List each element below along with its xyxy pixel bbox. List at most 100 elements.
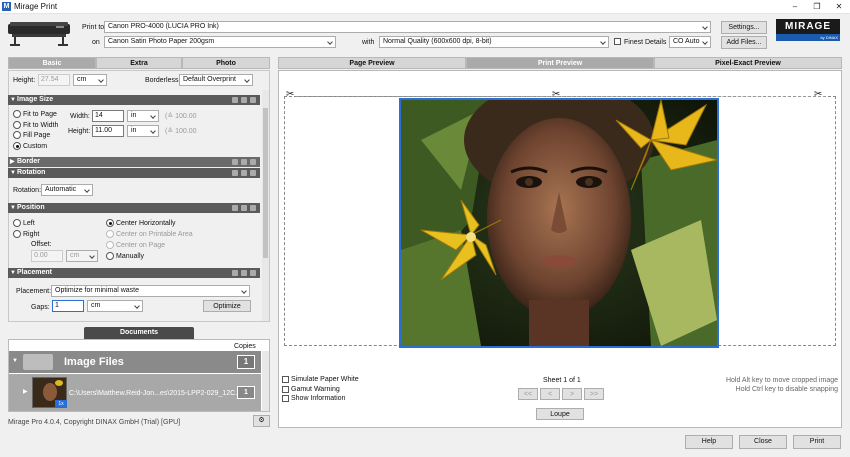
first-sheet-button[interactable]: << (518, 388, 538, 400)
placement-select[interactable]: Optimize for minimal waste (51, 285, 250, 297)
gaps-input[interactable]: 1 (52, 300, 84, 312)
tab-basic[interactable]: Basic (8, 57, 96, 69)
copy-icon[interactable] (232, 170, 238, 176)
quality-select[interactable]: Normal Quality (600x600 dpi, 8-bit) (379, 36, 609, 48)
cut-line (296, 96, 826, 97)
copyright-text: Mirage Pro 4.0.4, Copyright DINAX GmbH (… (8, 419, 181, 426)
next-sheet-button[interactable]: > (562, 388, 582, 400)
rotation-select[interactable]: Automatic (41, 184, 93, 196)
pin-icon[interactable] (250, 270, 256, 276)
center-page-label: Center on Page (116, 242, 166, 249)
sheet-indicator: Sheet 1 of 1 (543, 377, 581, 384)
image-size-header[interactable]: ▼ Image Size (8, 95, 260, 105)
tab-photo[interactable]: Photo (182, 57, 270, 69)
gaps-unit-select[interactable]: cm (87, 300, 143, 312)
rotation-label: Rotation: (13, 187, 42, 194)
group-copies[interactable]: 1 (237, 355, 255, 369)
folder-icon (23, 354, 53, 370)
rotation-title: Rotation (17, 169, 46, 176)
scissors-icon[interactable]: ✂ (286, 89, 294, 100)
tab-pixel-exact-preview[interactable]: Pixel-Exact Preview (654, 57, 842, 69)
tab-extra[interactable]: Extra (96, 57, 182, 69)
mirage-logo: MIRAGE by DINAX (776, 19, 840, 43)
gamut-warning-checkbox[interactable] (282, 386, 289, 393)
reset-icon[interactable] (241, 270, 247, 276)
print-button[interactable]: Print (793, 435, 841, 449)
last-sheet-button[interactable]: >> (584, 388, 604, 400)
documents-tab[interactable]: Documents (84, 327, 194, 339)
image-files-group[interactable]: ▼ Image Files 1 (9, 351, 261, 373)
pin-icon[interactable] (250, 170, 256, 176)
custom-radio[interactable] (13, 142, 21, 150)
border-header[interactable]: ▶ Border (8, 157, 260, 167)
center-printable-radio[interactable] (106, 230, 114, 238)
offset-input[interactable]: 0.00 (31, 250, 63, 262)
copy-icon[interactable] (232, 205, 238, 211)
manually-radio[interactable] (106, 252, 114, 260)
width-input[interactable]: 14 (92, 110, 124, 122)
prev-sheet-button[interactable]: < (540, 388, 560, 400)
paper-select[interactable]: Canon Satin Photo Paper 200gsm (104, 36, 336, 48)
hint-ctrl: Hold Ctrl key to disable snapping (735, 386, 838, 393)
copy-icon[interactable] (232, 270, 238, 276)
left-radio[interactable] (13, 219, 21, 227)
color-mode-select[interactable]: CO Auto (669, 36, 711, 48)
offset-label: Offset: (31, 241, 52, 248)
scrollbar-thumb[interactable] (263, 108, 268, 258)
reset-icon[interactable] (241, 159, 247, 165)
width-unit-select[interactable]: in (127, 110, 159, 122)
fit-to-page-radio[interactable] (13, 110, 21, 118)
center-horizontally-radio[interactable] (106, 219, 114, 227)
minimize-icon[interactable]: – (784, 0, 806, 14)
copy-icon[interactable] (232, 97, 238, 103)
rotation-header[interactable]: ▼ Rotation (8, 168, 260, 178)
reset-icon[interactable] (241, 170, 247, 176)
placement-header[interactable]: ▼ Placement (8, 268, 260, 278)
simulate-paper-white-checkbox[interactable] (282, 376, 289, 383)
hint-alt: Hold Alt key to move cropped image (725, 377, 838, 384)
height-input[interactable]: 27.54 (38, 74, 70, 86)
expand-icon: ▼ (10, 170, 16, 176)
maximize-icon[interactable]: ❐ (806, 0, 828, 14)
close-icon[interactable]: ✕ (828, 0, 850, 14)
size-height-unit-select[interactable]: in (127, 125, 159, 137)
height-unit-select[interactable]: cm (73, 74, 107, 86)
print-image[interactable] (399, 98, 719, 348)
close-button[interactable]: Close (739, 435, 787, 449)
right-radio[interactable] (13, 230, 21, 238)
offset-unit-select[interactable]: cm (66, 250, 98, 262)
pin-icon[interactable] (250, 97, 256, 103)
optimize-button[interactable]: Optimize (203, 300, 251, 312)
document-row[interactable]: ▶ 1x C:\Users\Matthew.Reid-Jon...es\2015… (9, 374, 261, 411)
file-path: C:\Users\Matthew.Reid-Jon...es\2015-LPP2… (69, 390, 243, 397)
finest-details-checkbox[interactable] (614, 38, 621, 45)
gear-icon[interactable]: ⚙ (253, 415, 270, 427)
add-files-button[interactable]: Add Files... (721, 36, 767, 49)
pin-icon[interactable] (250, 205, 256, 211)
image-files-title: Image Files (64, 356, 124, 368)
pin-icon[interactable] (250, 159, 256, 165)
printer-select[interactable]: Canon PRO-4000 (LUCIA PRO Ink) (104, 21, 711, 33)
center-page-radio[interactable] (106, 241, 114, 249)
placement-title: Placement (17, 269, 53, 276)
tab-print-preview[interactable]: Print Preview (466, 57, 654, 69)
copy-icon[interactable] (232, 159, 238, 165)
settings-scrollbar[interactable] (262, 90, 269, 321)
reset-icon[interactable] (241, 97, 247, 103)
help-button[interactable]: Help (685, 435, 733, 449)
fit-to-width-label: Fit to Width (23, 122, 59, 129)
position-header[interactable]: ▼ Position (8, 203, 260, 213)
show-information-checkbox[interactable] (282, 395, 289, 402)
reset-icon[interactable] (241, 205, 247, 211)
borderless-select[interactable]: Default Overprint (179, 74, 253, 86)
loupe-button[interactable]: Loupe (536, 408, 584, 420)
image-size-title: Image Size (17, 96, 54, 103)
tab-page-preview[interactable]: Page Preview (278, 57, 466, 69)
file-copies[interactable]: 1 (237, 386, 255, 399)
scissors-icon[interactable]: ✂ (814, 89, 822, 100)
fit-to-width-radio[interactable] (13, 121, 21, 129)
documents-scrollbar[interactable] (262, 351, 269, 411)
size-height-input[interactable]: 11.00 (92, 125, 124, 137)
fill-page-radio[interactable] (13, 131, 21, 139)
settings-button[interactable]: Settings... (721, 21, 767, 34)
